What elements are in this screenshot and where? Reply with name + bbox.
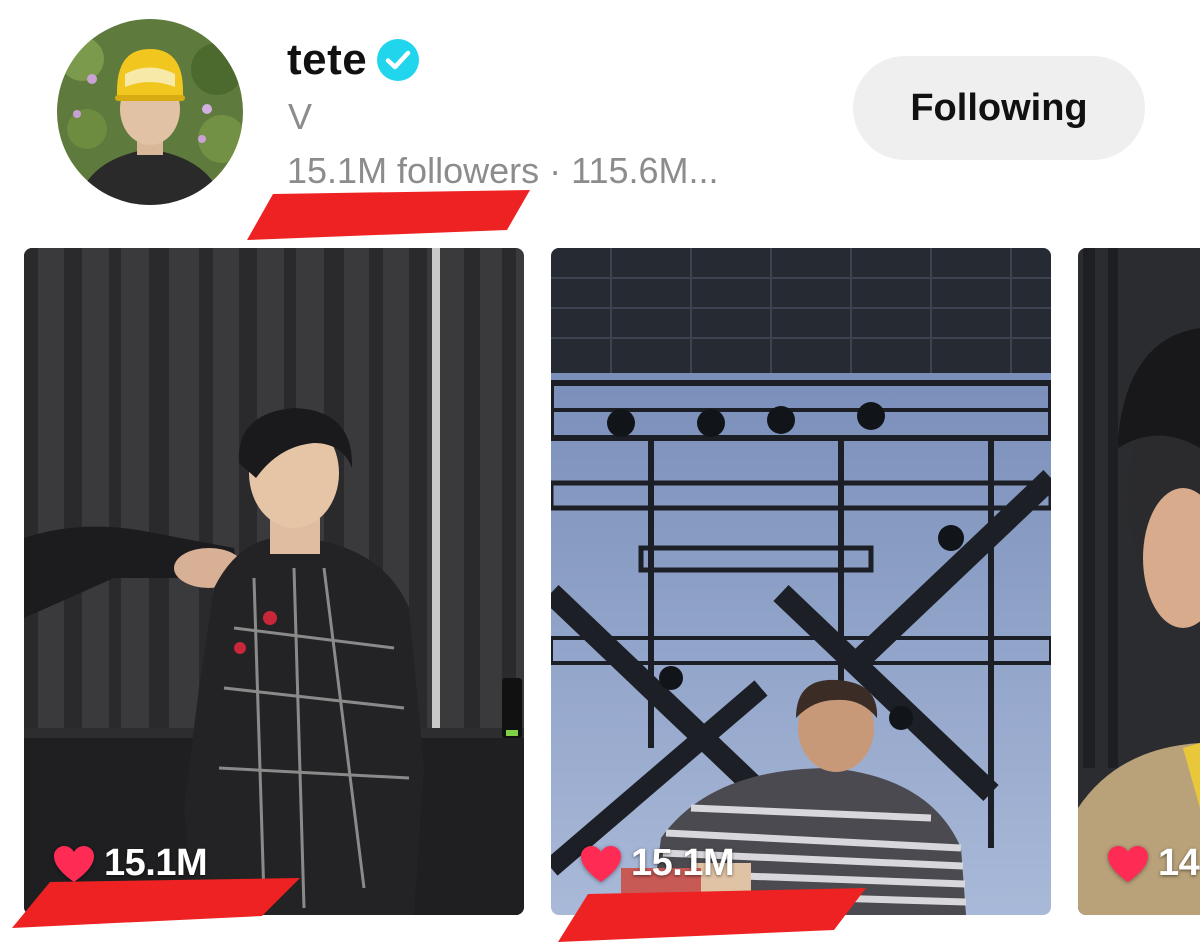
video-card[interactable]: 15.1M <box>24 248 524 915</box>
video-thumbnail <box>24 248 524 915</box>
verified-badge-icon <box>375 37 421 83</box>
heart-icon <box>1108 845 1148 882</box>
like-count: 15.1M <box>52 842 208 885</box>
video-card[interactable]: 14 <box>1078 248 1200 915</box>
like-count-text: 14 <box>1158 842 1200 884</box>
username: tete <box>287 35 368 84</box>
profile-stats[interactable]: 15.1M followers · 115.6M... <box>287 150 719 192</box>
like-count: 15.1M <box>579 842 735 885</box>
red-highlight-mark <box>247 190 530 240</box>
like-count: 14 <box>1106 842 1200 885</box>
display-name: V <box>288 96 313 137</box>
video-thumbnail <box>1078 248 1200 915</box>
video-thumbnail <box>551 248 1051 915</box>
heart-icon <box>581 845 621 882</box>
following-button[interactable]: Following <box>853 56 1145 160</box>
like-count-text: 15.1M <box>631 842 735 884</box>
username-row: tete <box>287 30 421 90</box>
like-count-text: 15.1M <box>104 842 208 884</box>
video-card[interactable]: 15.1M <box>551 248 1051 915</box>
heart-icon <box>54 845 94 882</box>
profile-avatar[interactable] <box>57 19 243 205</box>
